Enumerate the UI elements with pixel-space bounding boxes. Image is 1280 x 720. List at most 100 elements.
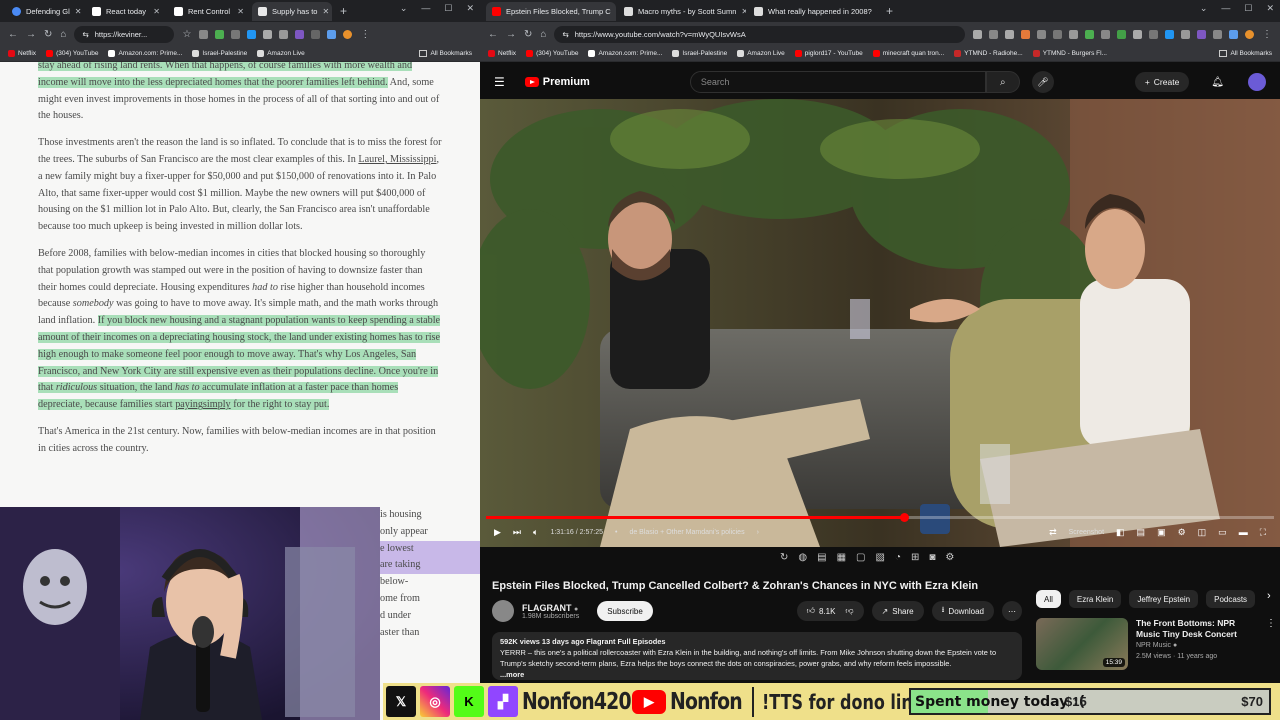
volume-icon[interactable]: 🔈︎	[533, 527, 538, 538]
close-window-icon[interactable]: ✕	[466, 3, 474, 14]
fullscreen-icon[interactable]: ⛶	[1260, 527, 1266, 538]
extension-icon[interactable]	[1069, 29, 1078, 39]
extension-icon[interactable]	[295, 29, 305, 39]
new-tab-icon[interactable]: +	[334, 4, 353, 18]
extension-icon[interactable]	[1021, 29, 1030, 39]
thumbs-down-icon[interactable]: 👎︎	[845, 606, 853, 616]
extension-icon[interactable]	[279, 29, 289, 39]
subtitles-icon[interactable]: ▤	[1137, 527, 1146, 538]
tab-macro-myths[interactable]: Macro myths - by Scott Sumn ✕	[618, 2, 746, 21]
download-button[interactable]: ⭳ Download	[931, 601, 994, 621]
close-icon[interactable]: ✕	[877, 7, 878, 16]
captions-icon[interactable]: ▤	[817, 552, 826, 563]
chevron-right-icon[interactable]: ›	[1267, 590, 1271, 608]
extension-icon[interactable]	[973, 29, 982, 39]
site-info-icon[interactable]: ⇆	[82, 30, 88, 39]
extension-icon[interactable]	[199, 29, 209, 39]
bookmark-ytmnd-radiohead[interactable]: YTMND - Radiohe...	[954, 50, 1023, 57]
laurel-link[interactable]: Laurel, Mississippi	[358, 154, 436, 165]
chip-jeffrey-epstein[interactable]: Jeffrey Epstein	[1129, 590, 1199, 608]
bookmark-amazon[interactable]: Amazon.com: Prime...	[588, 50, 662, 57]
image-icon[interactable]: ▧	[875, 552, 884, 563]
chip-all[interactable]: All	[1036, 590, 1061, 608]
description-box[interactable]: 592K views 13 days ago Flagrant Full Epi…	[492, 632, 1022, 680]
audio-icon[interactable]: ◍	[798, 552, 807, 563]
channel-name[interactable]: FLAGRANT ●	[522, 603, 579, 613]
search-input[interactable]: Search	[689, 71, 986, 93]
theater-icon[interactable]: ▭	[1218, 527, 1227, 538]
notifications-bell-icon[interactable]: 🔔︎	[1211, 77, 1224, 88]
extension-icon[interactable]	[1005, 29, 1014, 39]
tab-what-happened-2008[interactable]: What really happened in 2008?✕	[748, 2, 878, 21]
chip-podcasts[interactable]: Podcasts	[1206, 590, 1256, 608]
bookmark-netflix[interactable]: Netflix	[8, 50, 36, 57]
all-bookmarks[interactable]: All Bookmarks	[1219, 50, 1272, 57]
extension-icon[interactable]	[1133, 29, 1142, 39]
tab-search-icon[interactable]: ⌄	[400, 3, 408, 14]
search-button[interactable]: ⌕	[985, 71, 1020, 93]
bookmark-amazon-live[interactable]: Amazon Live	[257, 50, 305, 57]
youtube-premium-logo[interactable]: Premium	[524, 76, 590, 88]
close-window-icon[interactable]: ✕	[1266, 3, 1274, 14]
close-icon[interactable]: ✕	[237, 7, 244, 16]
account-avatar[interactable]	[1248, 73, 1266, 91]
extension-icon[interactable]	[1037, 29, 1046, 39]
extension-icon[interactable]	[1101, 29, 1110, 39]
pip-icon[interactable]: ◫	[1198, 527, 1207, 538]
plus-box-icon[interactable]: ⊞	[911, 552, 919, 563]
cast-icon[interactable]: ▬	[1239, 527, 1248, 537]
reload-icon[interactable]: ↻	[524, 29, 532, 40]
tab-react-today[interactable]: React today ✕	[86, 2, 166, 21]
close-icon[interactable]: ✕	[322, 7, 329, 16]
extension-icon[interactable]	[327, 29, 337, 39]
extension-icon[interactable]	[1213, 29, 1222, 39]
description-more[interactable]: ...more	[500, 669, 1014, 680]
forward-icon[interactable]: →	[26, 29, 36, 40]
recommended-thumbnail[interactable]: 15:39	[1036, 618, 1128, 670]
autoplay-icon[interactable]: ⇄	[1049, 527, 1057, 538]
tab-search-icon[interactable]: ⌄	[1200, 3, 1208, 14]
more-actions-button[interactable]: ⋯	[1002, 601, 1022, 621]
more-vert-icon[interactable]: ⋮	[1266, 618, 1276, 670]
extension-icon[interactable]	[1085, 29, 1094, 39]
extension-icon[interactable]	[1149, 29, 1158, 39]
subscribe-button[interactable]: Subscribe	[597, 601, 653, 621]
extension-icon[interactable]	[231, 29, 241, 39]
extension-icon[interactable]	[1165, 29, 1174, 39]
create-button[interactable]: + Create	[1134, 72, 1190, 92]
toggle-icon[interactable]: ◧	[1116, 527, 1125, 538]
extension-icon[interactable]	[1197, 29, 1206, 39]
home-icon[interactable]: ⌂	[540, 29, 546, 40]
play-icon[interactable]: ▶	[494, 527, 501, 538]
address-bar[interactable]: ⇆ https://keviner...	[74, 25, 175, 43]
payingsimply-link[interactable]: payingsimply	[175, 399, 230, 410]
tab-youtube-video[interactable]: Epstein Files Blocked, Trump C✕	[486, 1, 616, 21]
address-bar[interactable]: ⇆ https://www.youtube.com/watch?v=mWyQUIs…	[554, 25, 965, 43]
maximize-icon[interactable]: ☐	[444, 3, 452, 14]
bookmark-ytmnd-burgers[interactable]: YTMND - Burgers Fl...	[1032, 50, 1107, 57]
loop-icon[interactable]: ↻	[780, 552, 788, 563]
close-icon[interactable]: ✕	[75, 7, 82, 16]
chapter-title[interactable]: de Blasio + Other Mamdani's policies	[629, 529, 744, 536]
close-icon[interactable]: ✕	[741, 7, 746, 16]
back-icon[interactable]: ←	[488, 29, 498, 40]
bookmark-amazon-live[interactable]: Amazon Live	[737, 50, 785, 57]
close-icon[interactable]: ✕	[153, 7, 160, 16]
recommended-title[interactable]: The Front Bottoms: NPR Music Tiny Desk C…	[1136, 618, 1258, 640]
extension-icon[interactable]	[1181, 29, 1190, 39]
extension-icon[interactable]	[989, 29, 998, 39]
menu-icon[interactable]: ⋮	[360, 29, 370, 40]
miniplayer-icon[interactable]: ▣	[1157, 527, 1166, 538]
chip-ezra-klein[interactable]: Ezra Klein	[1068, 590, 1122, 608]
extension-icon[interactable]	[1229, 29, 1238, 39]
voice-search-button[interactable]: 🎤︎	[1031, 71, 1054, 93]
bookmark-israel-palestine[interactable]: Israel-Palestine	[192, 50, 247, 57]
all-bookmarks[interactable]: All Bookmarks	[419, 50, 472, 57]
bookmark-minecraft[interactable]: minecraft quan tron...	[872, 50, 944, 57]
screenshot-label[interactable]: Screenshot	[1069, 529, 1104, 536]
forward-icon[interactable]: →	[506, 29, 516, 40]
extension-icon[interactable]	[215, 29, 225, 39]
site-info-icon[interactable]: ⇆	[562, 30, 568, 39]
extension-icon[interactable]	[311, 29, 321, 39]
film-icon[interactable]: ▦	[837, 552, 846, 563]
